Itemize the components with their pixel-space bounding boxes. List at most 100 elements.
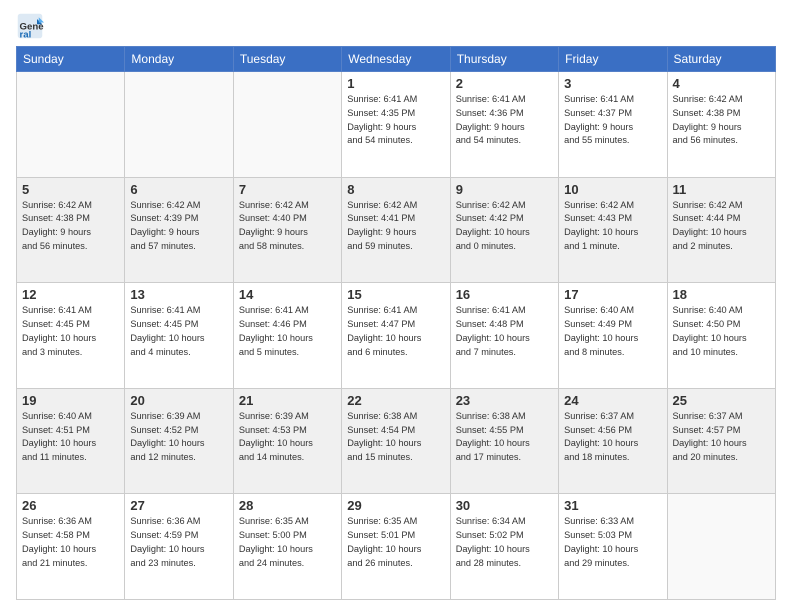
day-info: Sunrise: 6:41 AMSunset: 4:47 PMDaylight:… [347, 304, 444, 359]
day-number: 17 [564, 287, 661, 302]
day-number: 18 [673, 287, 770, 302]
calendar-cell: 7 Sunrise: 6:42 AMSunset: 4:40 PMDaylight… [233, 177, 341, 283]
day-info: Sunrise: 6:40 AMSunset: 4:50 PMDaylight:… [673, 304, 770, 359]
day-info: Sunrise: 6:38 AMSunset: 4:54 PMDaylight:… [347, 410, 444, 465]
day-number: 1 [347, 76, 444, 91]
day-header-saturday: Saturday [667, 47, 775, 72]
day-header-monday: Monday [125, 47, 233, 72]
day-info: Sunrise: 6:42 AMSunset: 4:40 PMDaylight:… [239, 199, 336, 254]
day-number: 16 [456, 287, 553, 302]
day-header-wednesday: Wednesday [342, 47, 450, 72]
calendar-cell: 15 Sunrise: 6:41 AMSunset: 4:47 PMDayligh… [342, 283, 450, 389]
day-number: 22 [347, 393, 444, 408]
day-info: Sunrise: 6:42 AMSunset: 4:42 PMDaylight:… [456, 199, 553, 254]
day-info: Sunrise: 6:42 AMSunset: 4:39 PMDaylight:… [130, 199, 227, 254]
day-number: 3 [564, 76, 661, 91]
day-number: 4 [673, 76, 770, 91]
calendar-cell: 4 Sunrise: 6:42 AMSunset: 4:38 PMDaylight… [667, 72, 775, 178]
calendar-cell: 24 Sunrise: 6:37 AMSunset: 4:56 PMDayligh… [559, 388, 667, 494]
day-number: 13 [130, 287, 227, 302]
day-number: 20 [130, 393, 227, 408]
calendar-cell: 13Sunrise: 6:41 AMSunset: 4:45 PMDayligh… [125, 283, 233, 389]
day-number: 19 [22, 393, 119, 408]
day-header-friday: Friday [559, 47, 667, 72]
calendar-cell: 28Sunrise: 6:35 AMSunset: 5:00 PMDayligh… [233, 494, 341, 600]
day-info: Sunrise: 6:42 AMSunset: 4:44 PMDaylight:… [673, 199, 770, 254]
day-header-tuesday: Tuesday [233, 47, 341, 72]
calendar-cell: 31 Sunrise: 6:33 AMSunset: 5:03 PMDayligh… [559, 494, 667, 600]
calendar-cell: 10Sunrise: 6:42 AMSunset: 4:43 PMDayligh… [559, 177, 667, 283]
calendar-cell [667, 494, 775, 600]
calendar-cell: 23 Sunrise: 6:38 AMSunset: 4:55 PMDayligh… [450, 388, 558, 494]
calendar-cell: 16 Sunrise: 6:41 AMSunset: 4:48 PMDayligh… [450, 283, 558, 389]
calendar-cell: 3 Sunrise: 6:41 AMSunset: 4:37 PMDaylight… [559, 72, 667, 178]
calendar-cell: 30Sunrise: 6:34 AMSunset: 5:02 PMDayligh… [450, 494, 558, 600]
day-number: 26 [22, 498, 119, 513]
day-number: 24 [564, 393, 661, 408]
week-row-4: 19 Sunrise: 6:40 AMSunset: 4:51 PMDayligh… [17, 388, 776, 494]
day-info: Sunrise: 6:42 AMSunset: 4:38 PMDaylight:… [22, 199, 119, 254]
day-number: 6 [130, 182, 227, 197]
week-row-1: 1 Sunrise: 6:41 AMSunset: 4:35 PMDaylight… [17, 72, 776, 178]
day-number: 31 [564, 498, 661, 513]
day-info: Sunrise: 6:41 AMSunset: 4:45 PMDaylight:… [22, 304, 119, 359]
day-number: 2 [456, 76, 553, 91]
day-number: 29 [347, 498, 444, 513]
calendar-cell: 8 Sunrise: 6:42 AMSunset: 4:41 PMDaylight… [342, 177, 450, 283]
day-number: 25 [673, 393, 770, 408]
day-info: Sunrise: 6:41 AMSunset: 4:36 PMDaylight:… [456, 93, 553, 148]
day-number: 30 [456, 498, 553, 513]
day-info: Sunrise: 6:39 AMSunset: 4:52 PMDaylight:… [130, 410, 227, 465]
day-number: 21 [239, 393, 336, 408]
day-info: Sunrise: 6:39 AMSunset: 4:53 PMDaylight:… [239, 410, 336, 465]
day-info: Sunrise: 6:42 AMSunset: 4:41 PMDaylight:… [347, 199, 444, 254]
calendar-cell: 26 Sunrise: 6:36 AMSunset: 4:58 PMDayligh… [17, 494, 125, 600]
day-info: Sunrise: 6:37 AMSunset: 4:57 PMDaylight:… [673, 410, 770, 465]
day-number: 5 [22, 182, 119, 197]
day-header-thursday: Thursday [450, 47, 558, 72]
day-number: 15 [347, 287, 444, 302]
day-info: Sunrise: 6:42 AMSunset: 4:38 PMDaylight:… [673, 93, 770, 148]
week-row-3: 12 Sunrise: 6:41 AMSunset: 4:45 PMDayligh… [17, 283, 776, 389]
day-info: Sunrise: 6:37 AMSunset: 4:56 PMDaylight:… [564, 410, 661, 465]
calendar-body: 1 Sunrise: 6:41 AMSunset: 4:35 PMDaylight… [17, 72, 776, 600]
calendar-cell: 9Sunrise: 6:42 AMSunset: 4:42 PMDaylight… [450, 177, 558, 283]
logo: Gene ral [16, 12, 48, 40]
day-number: 10 [564, 182, 661, 197]
day-number: 7 [239, 182, 336, 197]
day-number: 11 [673, 182, 770, 197]
calendar-cell: 22 Sunrise: 6:38 AMSunset: 4:54 PMDayligh… [342, 388, 450, 494]
day-info: Sunrise: 6:41 AMSunset: 4:37 PMDaylight:… [564, 93, 661, 148]
day-number: 14 [239, 287, 336, 302]
day-info: Sunrise: 6:36 AMSunset: 4:58 PMDaylight:… [22, 515, 119, 570]
calendar-cell [125, 72, 233, 178]
days-of-week-row: SundayMondayTuesdayWednesdayThursdayFrid… [17, 47, 776, 72]
logo-icon: Gene ral [16, 12, 44, 40]
calendar-header: SundayMondayTuesdayWednesdayThursdayFrid… [17, 47, 776, 72]
calendar-cell: 25 Sunrise: 6:37 AMSunset: 4:57 PMDayligh… [667, 388, 775, 494]
day-number: 12 [22, 287, 119, 302]
day-info: Sunrise: 6:33 AMSunset: 5:03 PMDaylight:… [564, 515, 661, 570]
calendar-cell: 11 Sunrise: 6:42 AMSunset: 4:44 PMDayligh… [667, 177, 775, 283]
day-info: Sunrise: 6:40 AMSunset: 4:49 PMDaylight:… [564, 304, 661, 359]
day-number: 27 [130, 498, 227, 513]
day-info: Sunrise: 6:41 AMSunset: 4:46 PMDaylight:… [239, 304, 336, 359]
calendar-cell: 17 Sunrise: 6:40 AMSunset: 4:49 PMDayligh… [559, 283, 667, 389]
header: Gene ral [16, 12, 776, 40]
calendar-cell: 29 Sunrise: 6:35 AMSunset: 5:01 PMDayligh… [342, 494, 450, 600]
day-info: Sunrise: 6:38 AMSunset: 4:55 PMDaylight:… [456, 410, 553, 465]
calendar-cell: 5 Sunrise: 6:42 AMSunset: 4:38 PMDaylight… [17, 177, 125, 283]
day-number: 8 [347, 182, 444, 197]
day-info: Sunrise: 6:36 AMSunset: 4:59 PMDaylight:… [130, 515, 227, 570]
calendar-cell: 6 Sunrise: 6:42 AMSunset: 4:39 PMDaylight… [125, 177, 233, 283]
day-info: Sunrise: 6:41 AMSunset: 4:35 PMDaylight:… [347, 93, 444, 148]
calendar-cell: 19 Sunrise: 6:40 AMSunset: 4:51 PMDayligh… [17, 388, 125, 494]
calendar-cell: 18 Sunrise: 6:40 AMSunset: 4:50 PMDayligh… [667, 283, 775, 389]
calendar: SundayMondayTuesdayWednesdayThursdayFrid… [16, 46, 776, 600]
day-number: 23 [456, 393, 553, 408]
calendar-cell: 1 Sunrise: 6:41 AMSunset: 4:35 PMDaylight… [342, 72, 450, 178]
day-info: Sunrise: 6:40 AMSunset: 4:51 PMDaylight:… [22, 410, 119, 465]
day-info: Sunrise: 6:35 AMSunset: 5:01 PMDaylight:… [347, 515, 444, 570]
day-info: Sunrise: 6:41 AMSunset: 4:48 PMDaylight:… [456, 304, 553, 359]
calendar-cell: 21 Sunrise: 6:39 AMSunset: 4:53 PMDayligh… [233, 388, 341, 494]
